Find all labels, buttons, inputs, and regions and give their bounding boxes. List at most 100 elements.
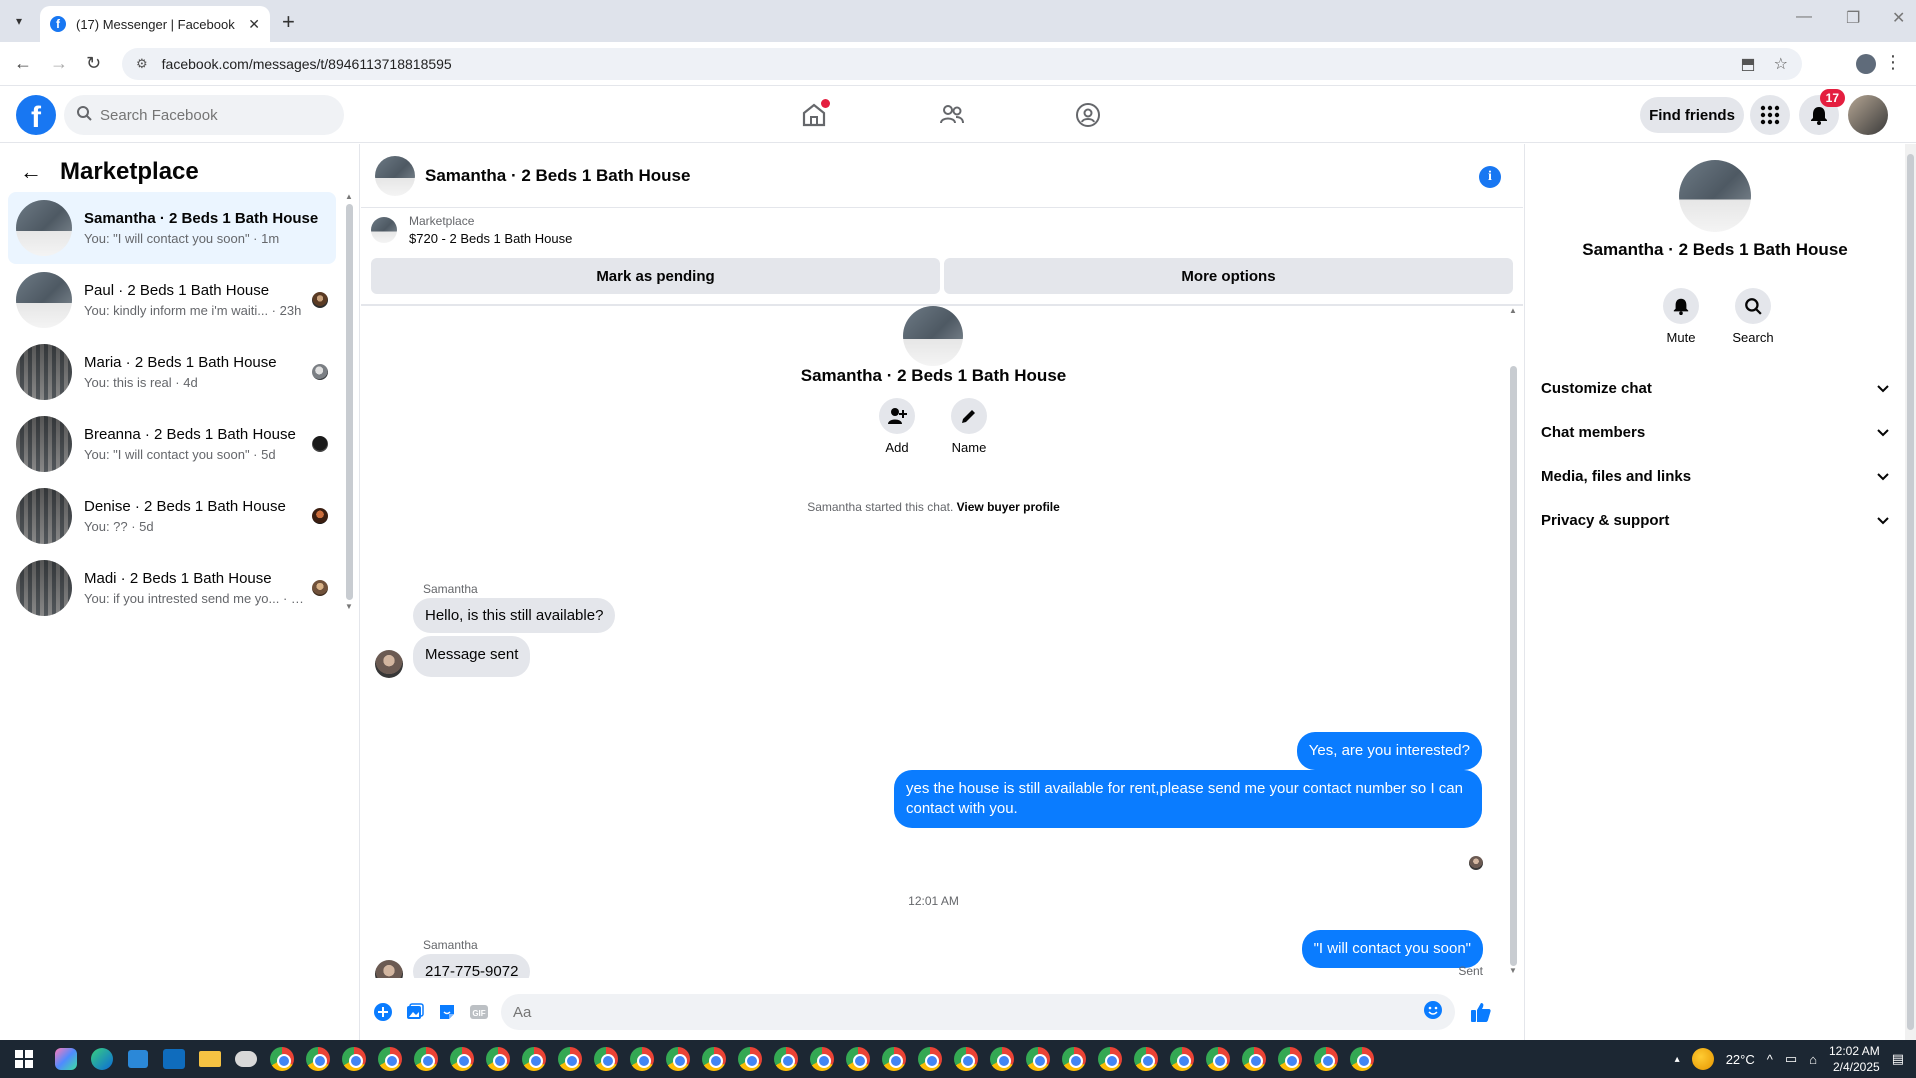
chrome-icon[interactable]: [771, 1044, 801, 1074]
chrome-icon[interactable]: [1347, 1044, 1377, 1074]
thumbs-up-icon[interactable]: [1465, 996, 1497, 1028]
message-input-box[interactable]: [501, 994, 1455, 1030]
app-icon[interactable]: [231, 1044, 261, 1074]
facebook-search-input[interactable]: [100, 106, 300, 124]
conversation-item-samantha[interactable]: Samantha · 2 Beds 1 Bath House You: "I w…: [8, 192, 336, 264]
chrome-icon[interactable]: [1059, 1044, 1089, 1074]
chrome-icon[interactable]: [699, 1044, 729, 1074]
chrome-icon[interactable]: [987, 1044, 1017, 1074]
window-minimize-icon[interactable]: —: [1796, 8, 1812, 26]
chrome-icon[interactable]: [1095, 1044, 1125, 1074]
site-info-icon[interactable]: ⚙: [136, 56, 148, 72]
chrome-icon[interactable]: [1239, 1044, 1269, 1074]
search-in-chat-button[interactable]: Search: [1729, 288, 1777, 345]
sticker-icon[interactable]: [431, 996, 463, 1028]
windows-start-icon[interactable]: [0, 1040, 48, 1078]
chrome-icon[interactable]: [807, 1044, 837, 1074]
plus-circle-icon[interactable]: [367, 996, 399, 1028]
taskbar-clock[interactable]: 12:02 AM 2/4/2025: [1829, 1043, 1880, 1075]
conversation-item-breanna[interactable]: Breanna · 2 Beds 1 Bath House You: "I wi…: [8, 408, 336, 480]
section-chat-members[interactable]: Chat members: [1541, 410, 1901, 454]
display-icon[interactable]: ▭: [1785, 1051, 1797, 1067]
weather-icon[interactable]: [1691, 1048, 1714, 1070]
taskbar-overflow-chevron-icon[interactable]: ▴: [1675, 1054, 1680, 1065]
photo-gallery-icon[interactable]: [399, 996, 431, 1028]
conversation-item-denise[interactable]: Denise · 2 Beds 1 Bath House You: ?? · 5…: [8, 480, 336, 552]
scroll-down-arrow-icon[interactable]: ▼: [1509, 966, 1517, 975]
tray-up-arrow-icon[interactable]: ^: [1767, 1052, 1773, 1067]
chrome-icon[interactable]: [303, 1044, 333, 1074]
page-scrollbar[interactable]: [1905, 144, 1916, 1040]
find-friends-button[interactable]: Find friends: [1640, 97, 1744, 133]
chat-scrollbar[interactable]: ▲ ▼: [1507, 306, 1519, 978]
outgoing-message[interactable]: "I will contact you soon": [1301, 930, 1483, 968]
info-icon[interactable]: i: [1479, 166, 1501, 188]
facebook-search-box[interactable]: [64, 95, 344, 135]
new-tab-plus-icon[interactable]: +: [282, 9, 295, 35]
window-restore-icon[interactable]: ❐: [1846, 8, 1860, 28]
section-customize-chat[interactable]: Customize chat: [1541, 366, 1901, 410]
incoming-message[interactable]: Message sent: [413, 636, 531, 677]
outgoing-message[interactable]: yes the house is still available for ren…: [894, 770, 1482, 828]
sidebar-scrollbar[interactable]: ▲ ▼: [344, 192, 354, 612]
account-avatar[interactable]: [1848, 95, 1888, 135]
back-arrow-icon[interactable]: ←: [20, 159, 42, 185]
details-avatar[interactable]: [1679, 160, 1751, 232]
chrome-icon[interactable]: [1167, 1044, 1197, 1074]
tab-close-icon[interactable]: ✕: [248, 16, 260, 33]
friends-nav-icon[interactable]: [934, 97, 970, 133]
mute-button[interactable]: Mute: [1657, 288, 1705, 345]
chat-title[interactable]: Samantha · 2 Beds 1 Bath House: [425, 166, 690, 186]
message-input[interactable]: [513, 1003, 1423, 1021]
file-explorer-icon[interactable]: [195, 1044, 225, 1074]
facebook-logo[interactable]: f: [16, 95, 56, 135]
home-nav-icon[interactable]: [796, 97, 832, 133]
chrome-menu-icon[interactable]: ⋮: [1884, 52, 1902, 73]
network-icon[interactable]: ⌂: [1809, 1052, 1817, 1067]
browser-tab-messenger[interactable]: f (17) Messenger | Facebook ✕: [40, 6, 270, 42]
chrome-icon[interactable]: [663, 1044, 693, 1074]
sidebar-scroll-thumb[interactable]: [346, 204, 353, 600]
weather-temp[interactable]: 22°C: [1726, 1052, 1755, 1067]
chrome-profile-icon[interactable]: [1856, 54, 1876, 74]
chrome-icon[interactable]: [843, 1044, 873, 1074]
chrome-icon[interactable]: [375, 1044, 405, 1074]
more-options-button[interactable]: More options: [944, 258, 1513, 294]
view-buyer-profile-link[interactable]: View buyer profile: [957, 500, 1060, 514]
chrome-icon[interactable]: [447, 1044, 477, 1074]
scroll-up-arrow-icon[interactable]: ▲: [1509, 306, 1517, 315]
chrome-icon[interactable]: [915, 1044, 945, 1074]
gif-icon[interactable]: GIF: [463, 996, 495, 1028]
marketplace-listing-info[interactable]: Marketplace $720 - 2 Beds 1 Bath House: [371, 214, 572, 246]
chrome-icon[interactable]: [591, 1044, 621, 1074]
notification-center-icon[interactable]: ▤: [1892, 1051, 1904, 1067]
window-close-icon[interactable]: ✕: [1892, 8, 1905, 28]
scroll-down-arrow-icon[interactable]: ▼: [345, 602, 353, 611]
conversation-item-paul[interactable]: Paul · 2 Beds 1 Bath House You: kindly i…: [8, 264, 336, 336]
menu-grid-icon[interactable]: [1750, 95, 1790, 135]
chrome-icon[interactable]: [627, 1044, 657, 1074]
mark-as-pending-button[interactable]: Mark as pending: [371, 258, 940, 294]
notifications-bell-icon[interactable]: 17: [1799, 89, 1845, 135]
groups-nav-icon[interactable]: [1070, 97, 1106, 133]
scroll-up-arrow-icon[interactable]: ▲: [345, 192, 353, 201]
conversation-item-maria[interactable]: Maria · 2 Beds 1 Bath House You: this is…: [8, 336, 336, 408]
chrome-icon[interactable]: [1203, 1044, 1233, 1074]
name-chat-button[interactable]: Name: [945, 398, 993, 455]
emoji-icon[interactable]: [1423, 1000, 1443, 1025]
page-scroll-thumb[interactable]: [1907, 154, 1914, 1030]
chrome-icon[interactable]: [555, 1044, 585, 1074]
add-people-button[interactable]: Add: [873, 398, 921, 455]
chat-header-avatar[interactable]: [375, 155, 415, 196]
chrome-icon[interactable]: [1023, 1044, 1053, 1074]
chrome-icon[interactable]: [483, 1044, 513, 1074]
chrome-icon[interactable]: [1275, 1044, 1305, 1074]
forward-arrow-icon[interactable]: →: [50, 53, 68, 74]
section-media-files-links[interactable]: Media, files and links: [1541, 454, 1901, 498]
incoming-message[interactable]: Hello, is this still available?: [413, 598, 616, 633]
chrome-icon[interactable]: [1311, 1044, 1341, 1074]
chrome-icon[interactable]: [519, 1044, 549, 1074]
chrome-icon[interactable]: [339, 1044, 369, 1074]
url-omnibox[interactable]: ⚙ facebook.com/messages/t/89461137188185…: [122, 48, 1802, 80]
chrome-icon[interactable]: [879, 1044, 909, 1074]
